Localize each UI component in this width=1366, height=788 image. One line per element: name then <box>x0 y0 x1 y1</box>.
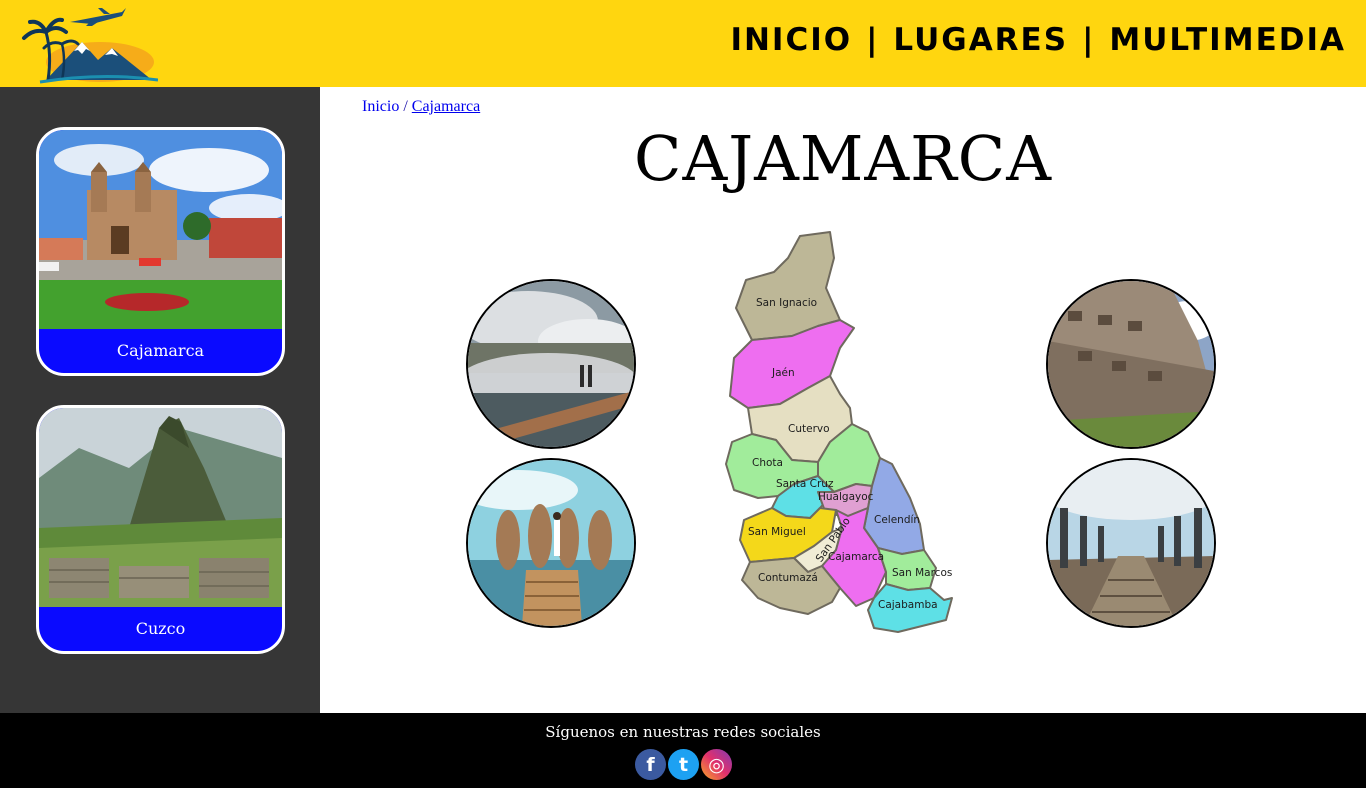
photo-rock-windows[interactable] <box>1046 279 1216 449</box>
map-label-san-ignacio: San Ignacio <box>756 297 817 309</box>
place-card-cuzco[interactable]: Cuzco <box>36 405 285 654</box>
map-label-san-miguel: San Miguel <box>748 526 806 538</box>
cajamarca-cathedral-image <box>39 130 282 329</box>
map-label-contumaza: Contumazá <box>758 572 818 584</box>
card-label: Cajamarca <box>116 341 205 360</box>
map-label-santa-cruz: Santa Cruz <box>776 478 834 490</box>
photo-statues-avenue[interactable] <box>1046 458 1216 628</box>
nav-lugares[interactable]: LUGARES <box>893 22 1068 58</box>
photo-hot-springs[interactable] <box>466 279 636 449</box>
top-navigation: INICIO | LUGARES | MULTIMEDIA <box>730 22 1346 58</box>
place-card-cajamarca[interactable]: Cajamarca <box>36 127 285 376</box>
breadcrumb-separator: / <box>403 98 408 115</box>
site-footer: Síguenos en nuestras redes sociales f t … <box>0 713 1366 788</box>
photo-stone-sculptures[interactable] <box>466 458 636 628</box>
nav-inicio[interactable]: INICIO <box>730 22 852 58</box>
map-label-cajabamba: Cajabamba <box>878 599 938 611</box>
machu-picchu-image <box>39 408 282 607</box>
map-label-cutervo: Cutervo <box>788 423 830 435</box>
logo[interactable] <box>12 4 159 84</box>
breadcrumb-current[interactable]: Cajamarca <box>412 98 480 115</box>
twitter-icon[interactable]: t <box>668 749 699 780</box>
sidebar: Cajamarca Cuzco <box>0 87 320 713</box>
map-label-hualgayoc: Hualgayoc <box>818 491 874 503</box>
map-label-celendin: Celendín <box>874 514 920 526</box>
nav-multimedia[interactable]: MULTIMEDIA <box>1109 22 1346 58</box>
nav-separator: | <box>866 22 880 58</box>
nav-separator: | <box>1082 22 1096 58</box>
page-title: CAJAMARCA <box>634 122 1052 195</box>
map-label-jaen: Jaén <box>771 367 795 379</box>
social-links: f t ◎ <box>635 749 732 780</box>
breadcrumb: Inicio / Cajamarca <box>362 98 480 116</box>
site-header: INICIO | LUGARES | MULTIMEDIA <box>0 0 1366 87</box>
cajamarca-provinces-map: San Ignacio Jaén Cutervo Chota Santa Cru… <box>725 231 953 633</box>
breadcrumb-home[interactable]: Inicio <box>362 98 399 115</box>
facebook-icon[interactable]: f <box>635 749 666 780</box>
card-label: Cuzco <box>135 619 186 638</box>
map-label-cajamarca: Cajamarca <box>828 551 884 563</box>
map-label-san-marcos: San Marcos <box>892 567 952 579</box>
footer-text: Síguenos en nuestras redes sociales <box>545 723 821 741</box>
map-label-chota: Chota <box>752 457 783 469</box>
instagram-icon[interactable]: ◎ <box>701 749 732 780</box>
